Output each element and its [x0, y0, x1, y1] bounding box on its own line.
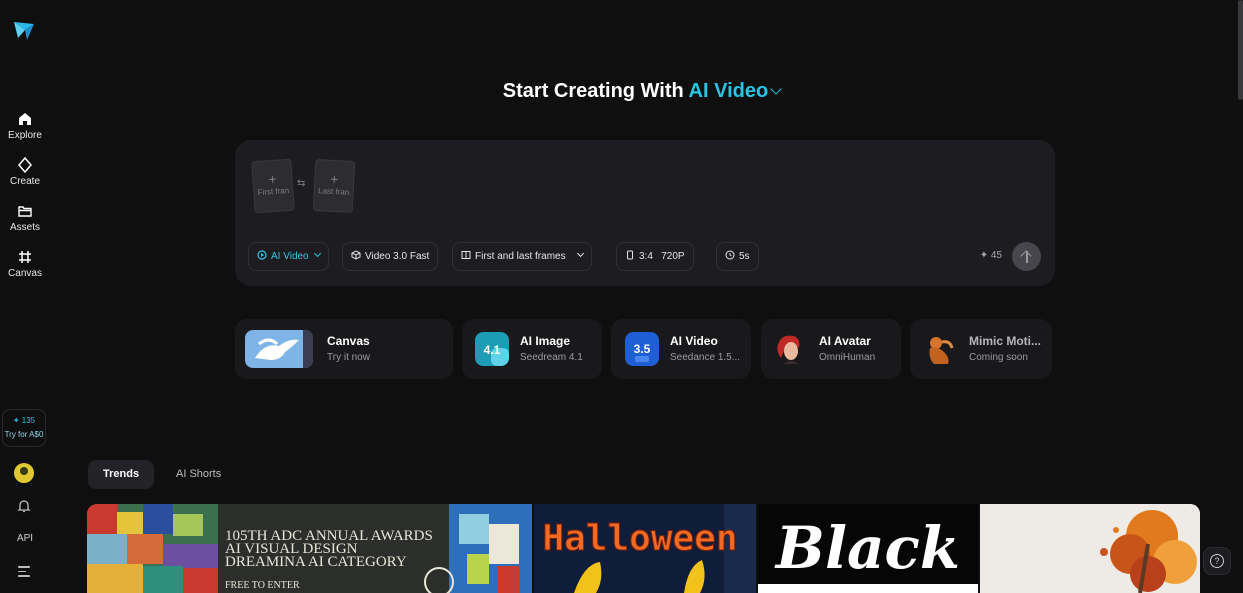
api-link[interactable]: API: [0, 533, 50, 544]
tool-card-ai-avatar[interactable]: AI Avatar OmniHuman: [761, 319, 901, 379]
tool-subtitle: OmniHuman: [819, 352, 876, 363]
last-frame-upload[interactable]: + Last fran: [312, 158, 356, 214]
sidebar-item-label: Create: [9, 176, 40, 187]
swap-icon[interactable]: ⇆: [297, 178, 305, 189]
prompt-card: + First fran ⇆ + Last fran AI Video Vide…: [235, 140, 1055, 286]
chevron-down-icon: [313, 249, 321, 258]
first-frame-label: First fran: [257, 185, 290, 198]
autumn-leaves-artwork: [980, 504, 1200, 593]
tool-card-ai-image[interactable]: 4.1 AI Image Seedream 4.1: [462, 319, 602, 379]
page-title: Start Creating With AI Video: [0, 80, 1243, 103]
tool-subtitle: Seedance 1.5...: [670, 352, 741, 363]
frames-mode-dropdown[interactable]: First and last frames: [452, 242, 592, 271]
tool-card-canvas[interactable]: Canvas Try it now: [235, 319, 453, 379]
svg-text:4.1: 4.1: [484, 343, 501, 357]
frame-icon: [19, 251, 31, 263]
gallery-item-black-friday[interactable]: Black: [758, 504, 978, 593]
sidebar-item-create[interactable]: Create: [0, 157, 50, 187]
sidebar-item-explore[interactable]: Explore: [0, 111, 50, 141]
adc-awards-artwork: 105TH ADC ANNUAL AWARDS AI VISUAL DESIGN…: [87, 504, 532, 593]
scrollbar[interactable]: [1238, 0, 1243, 100]
last-frame-label: Last fran: [317, 186, 350, 197]
tool-title: AI Avatar: [819, 334, 871, 348]
first-frame-upload[interactable]: + First fran: [251, 158, 295, 214]
plus-icon: +: [329, 170, 339, 188]
ratio-resolution-selector[interactable]: 3:4 720P: [616, 242, 694, 271]
svg-text:3.5: 3.5: [634, 342, 651, 356]
sparkle-icon: [18, 157, 32, 173]
frames-icon: [461, 251, 471, 260]
credit-cost: ✦ 45: [979, 250, 1002, 261]
clock-icon: [725, 250, 735, 260]
svg-text:Halloween: Halloween: [542, 518, 737, 559]
cube-icon: [351, 250, 361, 260]
tool-title: AI Image: [520, 334, 571, 348]
mode-selector[interactable]: AI Video: [689, 80, 782, 102]
black-friday-artwork: Black: [758, 504, 978, 593]
ai-video-icon: 3.5: [625, 332, 659, 366]
menu-icon[interactable]: [18, 566, 30, 580]
gallery-item-halloween[interactable]: Halloween: [534, 504, 756, 593]
question-icon: ?: [1210, 554, 1224, 568]
sidebar-item-label: Assets: [9, 222, 40, 233]
tool-title: Mimic Moti...: [969, 334, 1041, 348]
avatar[interactable]: [14, 463, 34, 483]
gallery-item-adc-awards[interactable]: 105TH ADC ANNUAL AWARDS AI VISUAL DESIGN…: [87, 504, 532, 593]
page-title-prefix: Start Creating With: [502, 80, 684, 102]
svg-text:DREAMINA AI CATEGORY: DREAMINA AI CATEGORY: [225, 554, 407, 570]
generate-button[interactable]: [1012, 242, 1041, 271]
home-icon: [19, 113, 31, 125]
tab-ai-shorts[interactable]: AI Shorts: [161, 460, 236, 489]
tool-card-mimic-motion[interactable]: Mimic Moti... Coming soon: [910, 319, 1052, 379]
svg-text:Black: Black: [774, 514, 960, 582]
credits-count: ✦ 135: [12, 416, 36, 425]
chevron-down-icon: [576, 249, 584, 258]
tool-subtitle: Seedream 4.1: [520, 352, 583, 363]
sidebar-item-label: Canvas: [8, 268, 42, 279]
mimic-motion-thumbnail: [922, 332, 956, 366]
gallery-item-autumn-leaves[interactable]: [980, 504, 1200, 593]
try-label: Try for A$0: [4, 430, 44, 439]
tool-subtitle: Try it now: [327, 352, 370, 363]
mode-dropdown[interactable]: AI Video: [248, 242, 329, 271]
tool-subtitle: Coming soon: [969, 352, 1028, 363]
credits-upgrade-button[interactable]: ✦ 135 Try for A$0: [2, 409, 46, 447]
sidebar-item-assets[interactable]: Assets: [0, 203, 50, 233]
tool-card-ai-video[interactable]: 3.5 AI Video Seedance 1.5...: [611, 319, 751, 379]
sidebar-item-canvas[interactable]: Canvas: [0, 249, 50, 279]
svg-text:FREE TO ENTER: FREE TO ENTER: [225, 580, 300, 591]
trends-gallery: 105TH ADC ANNUAL AWARDS AI VISUAL DESIGN…: [87, 504, 1200, 593]
tab-trends[interactable]: Trends: [88, 460, 155, 489]
app-logo-icon[interactable]: [12, 18, 36, 42]
bell-icon[interactable]: [16, 498, 32, 514]
canvas-pegasus-thumbnail: [245, 330, 313, 368]
halloween-artwork: Halloween: [534, 504, 756, 593]
help-button[interactable]: ?: [1203, 547, 1231, 575]
ai-avatar-thumbnail: [773, 332, 807, 366]
model-selector[interactable]: Video 3.0 Fast: [342, 242, 439, 271]
video-mode-icon: [257, 250, 267, 260]
chevron-down-icon: [770, 83, 782, 95]
app-root: Explore Create Assets Canvas ✦ 135 Try f…: [0, 0, 1243, 593]
folder-icon: [18, 206, 32, 217]
ai-image-icon: 4.1: [475, 332, 509, 366]
sidebar-item-label: Explore: [8, 130, 42, 141]
aspect-ratio-icon: [627, 250, 633, 260]
tool-title: Canvas: [327, 334, 370, 348]
duration-selector[interactable]: 5s: [716, 242, 759, 271]
tool-title: AI Video: [670, 334, 718, 348]
